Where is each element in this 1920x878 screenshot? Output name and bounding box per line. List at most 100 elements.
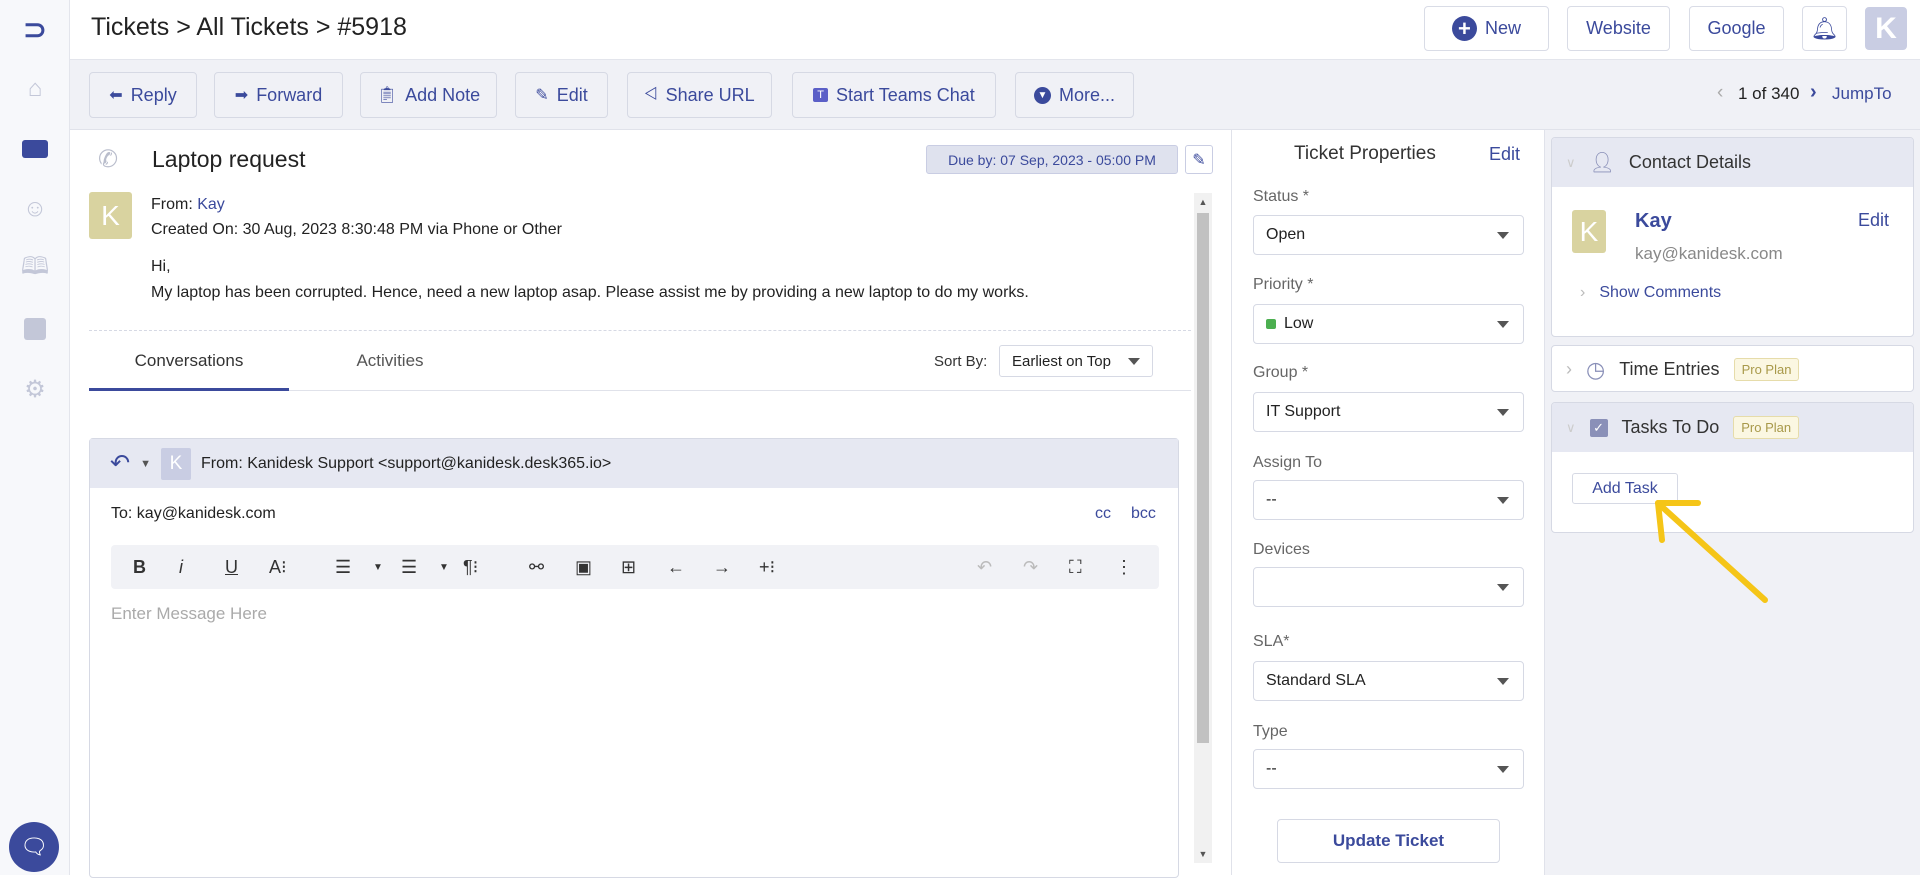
start-teams-chat-button[interactable]: T Start Teams Chat xyxy=(792,72,996,118)
tickets-icon[interactable] xyxy=(20,134,50,164)
assign-to-select[interactable]: -- xyxy=(1253,480,1524,520)
tab-conversations[interactable]: Conversations xyxy=(89,351,289,371)
tasks-header[interactable]: ∨ ✓ Tasks To Do Pro Plan xyxy=(1552,403,1913,452)
sort-value: Earliest on Top xyxy=(1012,352,1111,370)
message-input[interactable]: Enter Message Here xyxy=(111,604,267,624)
scrollbar-thumb[interactable] xyxy=(1197,213,1209,743)
outdent-icon[interactable]: ← xyxy=(667,545,685,589)
clock-icon: ◷ xyxy=(1586,356,1606,382)
ordered-list-icon[interactable]: ☰ xyxy=(335,545,351,589)
status-label: Status * xyxy=(1253,188,1310,205)
pro-plan-badge: Pro Plan xyxy=(1733,358,1800,381)
reports-icon[interactable] xyxy=(20,314,50,344)
chat-icon[interactable]: 🗨 xyxy=(9,822,59,872)
caret-down-icon xyxy=(1497,497,1509,504)
tasks-title: Tasks To Do xyxy=(1621,417,1720,437)
image-icon[interactable]: ▣ xyxy=(575,545,592,589)
plus-circle-icon: + xyxy=(1451,16,1477,41)
next-ticket-icon[interactable]: › xyxy=(1810,81,1817,104)
forward-button[interactable]: ➡ Forward xyxy=(214,72,343,118)
update-ticket-button[interactable]: Update Ticket xyxy=(1277,819,1500,863)
caret-down-icon[interactable]: ▼ xyxy=(373,545,383,589)
contact-name[interactable]: Kay xyxy=(1635,210,1672,233)
scroll-down-icon[interactable]: ▼ xyxy=(1194,845,1212,863)
table-icon[interactable]: ⊞ xyxy=(621,545,636,589)
contact-email: kay@kanidesk.com xyxy=(1635,244,1783,263)
sort-select[interactable]: Earliest on Top xyxy=(999,345,1153,377)
google-button[interactable]: Google xyxy=(1689,6,1784,51)
font-size-icon[interactable]: A⁝ xyxy=(269,545,287,589)
caret-down-icon xyxy=(1497,321,1509,328)
previous-ticket-icon[interactable]: ‹ xyxy=(1717,82,1723,104)
paragraph-icon[interactable]: ¶⁝ xyxy=(463,545,478,589)
undo-icon[interactable]: ↶ xyxy=(977,545,992,589)
requester-avatar: K xyxy=(89,192,132,239)
indent-icon[interactable]: → xyxy=(713,545,731,589)
share-url-button[interactable]: ⨞ Share URL xyxy=(627,72,772,118)
scrollbar-track[interactable]: ▲ ▼ xyxy=(1194,193,1212,863)
status-select[interactable]: Open xyxy=(1253,215,1524,255)
pro-plan-badge: Pro Plan xyxy=(1733,416,1800,439)
logo-icon[interactable]: ⊃ xyxy=(20,14,50,45)
knowledge-base-icon[interactable]: 🕮 xyxy=(20,253,50,284)
caret-down-icon[interactable]: ▼ xyxy=(439,545,449,589)
sidebar: ⊃ ⌂ ☺ 🕮 ⚙ 🗨 xyxy=(0,0,70,875)
bullet-list-icon[interactable]: ☰ xyxy=(401,545,417,589)
created-on: Created On: 30 Aug, 2023 8:30:48 PM via … xyxy=(151,221,562,238)
contact-edit-link[interactable]: Edit xyxy=(1858,210,1889,231)
group-label: Group * xyxy=(1253,364,1309,381)
more-button[interactable]: ▼ More... xyxy=(1015,72,1134,118)
italic-icon[interactable]: i xyxy=(179,545,183,589)
time-entries-card[interactable]: › ◷ Time Entries Pro Plan xyxy=(1551,345,1914,392)
contacts-icon[interactable]: ☺ xyxy=(20,194,50,224)
cc-link[interactable]: cc xyxy=(1095,505,1111,523)
new-button[interactable]: + New xyxy=(1424,6,1549,51)
underline-icon[interactable]: U xyxy=(225,545,238,589)
top-bar: Tickets > All Tickets > #5918 + New Webs… xyxy=(70,0,1920,60)
priority-select[interactable]: Low xyxy=(1253,304,1524,344)
jump-to-link[interactable]: JumpTo xyxy=(1832,84,1892,104)
chevron-right-icon: › xyxy=(1580,284,1586,301)
tab-activities[interactable]: Activities xyxy=(300,351,480,371)
active-tab-indicator xyxy=(89,388,289,391)
notifications-bell-icon[interactable]: 🔔︎ xyxy=(1802,6,1847,51)
from-name-link[interactable]: Kay xyxy=(197,196,225,213)
reply-icon[interactable]: ↶ xyxy=(110,449,130,478)
home-icon[interactable]: ⌂ xyxy=(20,74,50,104)
show-comments-label: Show Comments xyxy=(1599,284,1722,301)
scroll-up-icon[interactable]: ▲ xyxy=(1194,193,1212,211)
reply-from: From: Kanidesk Support <support@kanidesk… xyxy=(201,454,612,472)
group-select[interactable]: IT Support xyxy=(1253,392,1524,432)
user-avatar[interactable]: K xyxy=(1865,7,1907,50)
reply-editor: ↶ ▼ K From: Kanidesk Support <support@ka… xyxy=(89,438,1179,878)
time-entries-header: › ◷ Time Entries Pro Plan xyxy=(1552,346,1913,391)
sla-select[interactable]: Standard SLA xyxy=(1253,661,1524,701)
edit-due-date-icon[interactable]: ✎ xyxy=(1185,145,1213,174)
type-label: Type xyxy=(1253,723,1288,740)
link-icon[interactable]: ⚯ xyxy=(529,545,544,589)
add-note-button[interactable]: 📋︎ Add Note xyxy=(360,72,497,118)
checkbox-icon: ✓ xyxy=(1589,418,1608,437)
caret-down-icon[interactable]: ▼ xyxy=(140,458,151,470)
annotation-arrow-icon xyxy=(1655,500,1768,603)
bold-icon[interactable]: B xyxy=(133,545,146,589)
edit-button[interactable]: ✎ Edit xyxy=(515,72,608,118)
insert-more-icon[interactable]: +⁝ xyxy=(759,545,775,589)
settings-icon[interactable]: ⚙ xyxy=(20,374,50,404)
bcc-link[interactable]: bcc xyxy=(1131,505,1156,523)
properties-edit-link[interactable]: Edit xyxy=(1489,144,1520,165)
more-options-icon[interactable]: ⋮ xyxy=(1115,545,1133,589)
show-comments-toggle[interactable]: › Show Comments xyxy=(1580,284,1721,302)
contact-details-header[interactable]: ∨ 👤︎ Contact Details xyxy=(1552,138,1913,187)
caret-down-icon xyxy=(1497,766,1509,773)
redo-icon[interactable]: ↷ xyxy=(1023,545,1038,589)
to-field[interactable]: To: kay@kanidesk.com xyxy=(111,505,276,523)
status-value: Open xyxy=(1266,226,1306,243)
type-select[interactable]: -- xyxy=(1253,749,1524,789)
agent-avatar: K xyxy=(161,447,191,480)
devices-select[interactable] xyxy=(1253,567,1524,607)
reply-button[interactable]: ⬅ Reply xyxy=(89,72,197,118)
website-button[interactable]: Website xyxy=(1567,6,1670,51)
fullscreen-icon[interactable]: ⛶ xyxy=(1069,545,1082,589)
editor-toolbar: B i U A⁝ ☰ ▼ ☰ ▼ ¶⁝ ⚯ ▣ ⊞ ← → +⁝ ↶ ↷ ⛶ ⋮ xyxy=(111,545,1159,589)
